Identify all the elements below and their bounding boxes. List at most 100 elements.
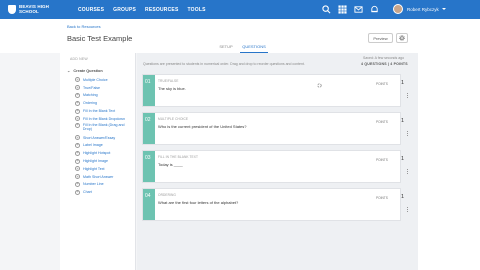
question-number: 03 [143, 151, 155, 182]
save-status: Saved: A few seconds ago [363, 56, 405, 60]
question-type: MULTIPLE CHOICE [158, 117, 189, 121]
main-nav: COURSES GROUPS RESOURCES TOOLS [78, 7, 206, 13]
question-type: FILL IN THE BLANK TEXT [158, 155, 199, 159]
question-body: ORDERING What are the first four letters… [155, 189, 409, 220]
sidebar-item-math-short-answer[interactable]: + Math Short Answer [75, 173, 133, 181]
question-point-counts: 4 QUESTIONS | 4 POINTS [361, 62, 408, 66]
question-type-sidebar: ADD NEW ⌄ Create Question + Multiple Choi… [60, 53, 136, 270]
tab-questions[interactable]: QUESTIONS [240, 44, 268, 53]
more-options-icon[interactable] [407, 169, 409, 175]
sidebar-item-highlight-text[interactable]: + Highlight Text [75, 165, 133, 173]
plus-icon: + [75, 134, 80, 141]
points-value[interactable]: 1 [401, 194, 404, 200]
right-margin [418, 53, 480, 270]
more-options-icon[interactable] [407, 131, 409, 137]
points-label: POINTS [376, 82, 388, 86]
points-value[interactable]: 1 [401, 80, 404, 86]
question-card[interactable]: 03 FILL IN THE BLANK TEXT Today is ____ … [142, 150, 409, 183]
user-menu[interactable]: Robert Rybczyk [393, 4, 446, 14]
sidebar-item-fib-text[interactable]: + Fill In the Blank Text [75, 107, 133, 115]
chevron-down-icon: ⌄ [67, 68, 71, 73]
nav-groups[interactable]: GROUPS [113, 7, 136, 13]
plus-icon: + [75, 108, 80, 114]
points-value[interactable]: 1 [401, 156, 404, 162]
question-text: What are the first four letters of the a… [158, 200, 239, 205]
page-header: Back to Resources Basic Test Example Pre… [0, 19, 480, 53]
question-number: 02 [143, 113, 155, 144]
question-card[interactable]: 04 ORDERING What are the first four lett… [142, 188, 409, 221]
sidebar-item-matching[interactable]: + Matching [75, 92, 133, 100]
search-icon[interactable] [321, 4, 331, 14]
settings-button[interactable] [396, 33, 408, 43]
sidebar-item-multiple-choice[interactable]: + Multiple Choice [75, 76, 133, 84]
add-new-label: ADD NEW [70, 57, 88, 61]
nav-courses[interactable]: COURSES [78, 7, 104, 13]
more-options-icon[interactable] [407, 207, 409, 213]
logo-text: BEAVIS HIGH SCHOOL [18, 3, 49, 14]
plus-icon: + [75, 76, 80, 83]
sidebar-item-true-false[interactable]: + True/False [75, 84, 133, 92]
chevron-down-icon [441, 8, 446, 10]
breadcrumb[interactable]: Back to Resources [67, 24, 101, 29]
sidebar-item-highlight-image[interactable]: + Highlight Image [75, 157, 133, 165]
plus-icon: + [75, 84, 80, 91]
points-value[interactable]: 1 [401, 118, 404, 124]
shield-icon [8, 5, 16, 14]
nav-resources[interactable]: RESOURCES [145, 7, 178, 13]
nav-icons [321, 4, 379, 14]
gear-icon [399, 35, 405, 41]
plus-icon: + [75, 115, 80, 122]
points-label: POINTS [376, 196, 388, 200]
plus-icon: + [75, 158, 80, 164]
avatar [393, 4, 403, 14]
plus-icon: + [75, 189, 80, 195]
create-question-toggle[interactable]: ⌄ Create Question [67, 68, 103, 73]
loading-spinner-icon [317, 83, 322, 88]
create-question-label: Create Question [73, 68, 103, 73]
question-text: Who is the current president of the Unit… [158, 124, 247, 129]
plus-icon: + [75, 122, 80, 128]
tab-setup[interactable]: SETUP [212, 44, 240, 53]
question-number: 01 [143, 75, 155, 106]
preview-button[interactable]: Preview [368, 33, 393, 43]
question-text: The sky is blue. [158, 86, 186, 91]
sidebar-item-ordering[interactable]: + Ordering [75, 99, 133, 107]
tab-bar: SETUP QUESTIONS [212, 44, 268, 53]
sidebar-item-label-image[interactable]: + Label Image [75, 142, 133, 150]
plus-icon: + [75, 142, 80, 148]
sidebar-item-highlight-hotspot[interactable]: + Highlight Hotspot [75, 149, 133, 157]
plus-icon: + [75, 92, 80, 98]
question-text: Today is ____ [158, 162, 183, 167]
instructions-text: Questions are presented to students in n… [143, 62, 305, 66]
question-body: TRUE/FALSE The sky is blue. POINTS 1 [155, 75, 409, 106]
question-type: ORDERING [158, 193, 176, 197]
question-number: 04 [143, 189, 155, 220]
points-label: POINTS [376, 158, 388, 162]
more-options-icon[interactable] [407, 93, 409, 99]
apps-grid-icon[interactable] [337, 4, 347, 14]
plus-icon: + [75, 181, 80, 187]
plus-icon: + [75, 100, 80, 106]
nav-tools[interactable]: TOOLS [188, 7, 206, 13]
sidebar-item-chart[interactable]: + Chart [75, 188, 133, 196]
sidebar-item-number-line[interactable]: + Number Line [75, 181, 133, 189]
sidebar-item-fib-dropdown[interactable]: + Fill In the Blank Dropdown [75, 115, 133, 123]
user-name: Robert Rybczyk [407, 6, 439, 12]
top-nav-bar: BEAVIS HIGH SCHOOL COURSES GROUPS RESOUR… [0, 0, 480, 19]
page-title: Basic Test Example [67, 34, 133, 43]
messages-icon[interactable] [353, 4, 363, 14]
plus-icon: + [75, 173, 80, 180]
notifications-icon[interactable] [369, 4, 379, 14]
question-card[interactable]: 02 MULTIPLE CHOICE Who is the current pr… [142, 112, 409, 145]
sidebar-item-fib-drag-drop[interactable]: + Fill In the Blank (Drag and Drop) [75, 122, 133, 134]
sidebar-item-short-answer[interactable]: + Short Answer/Essay [75, 134, 133, 142]
question-type-list: + Multiple Choice + True/False + Matching +… [75, 76, 133, 196]
plus-icon: + [75, 150, 80, 156]
question-body: MULTIPLE CHOICE Who is the current presi… [155, 113, 409, 144]
question-card[interactable]: 01 TRUE/FALSE The sky is blue. POINTS 1 [142, 74, 409, 107]
plus-icon: + [75, 165, 80, 172]
question-type: TRUE/FALSE [158, 79, 179, 83]
points-label: POINTS [376, 120, 388, 124]
question-body: FILL IN THE BLANK TEXT Today is ____ POI… [155, 151, 409, 182]
school-logo[interactable]: BEAVIS HIGH SCHOOL [8, 3, 70, 14]
